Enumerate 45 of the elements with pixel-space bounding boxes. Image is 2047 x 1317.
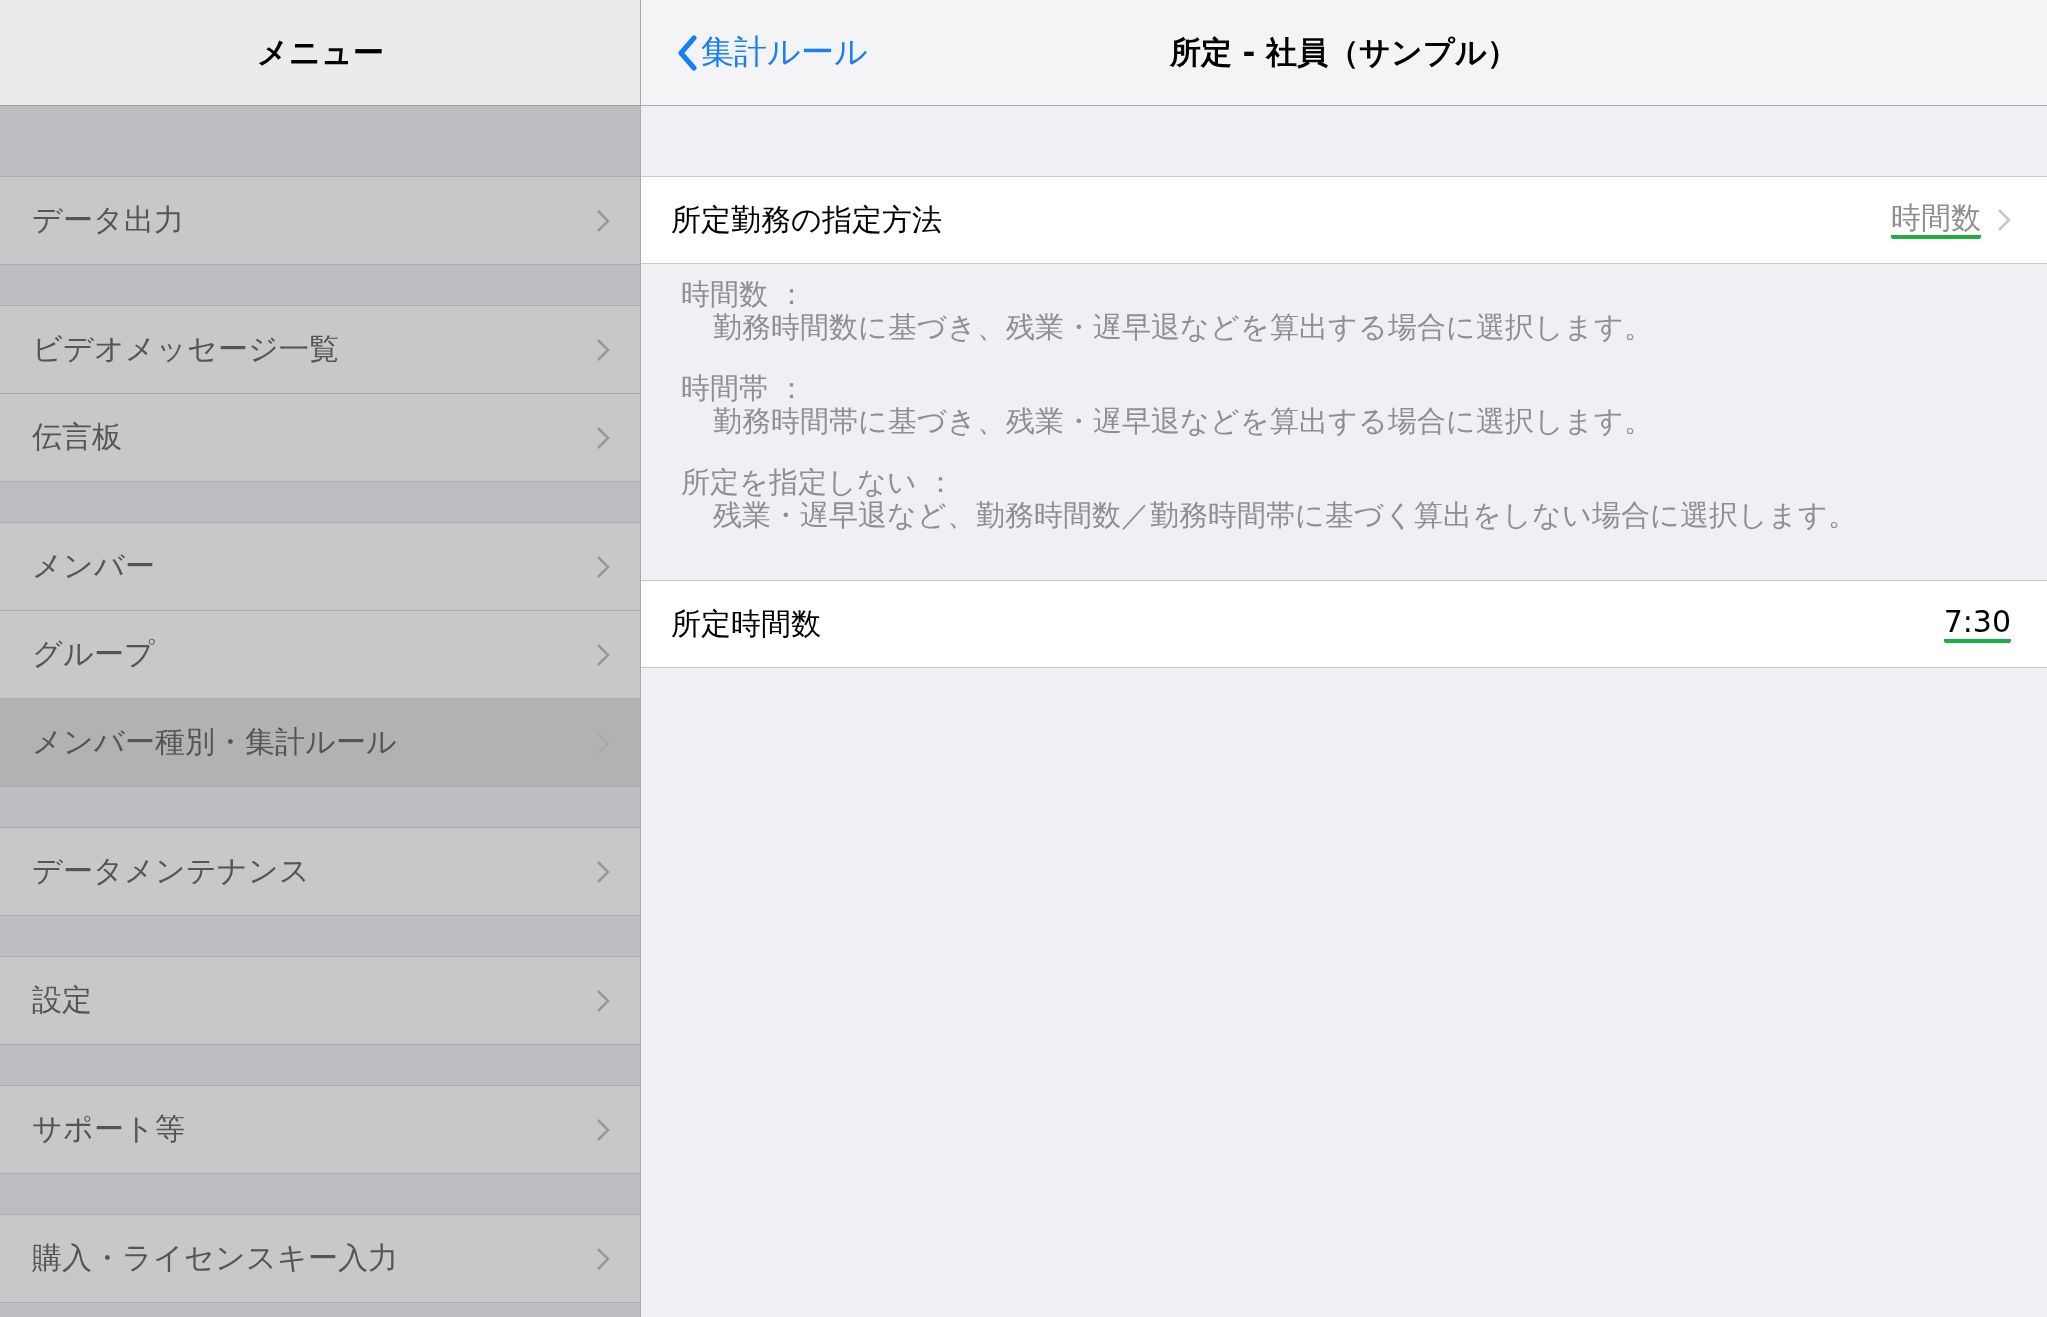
note-term: 時間帯 ： [681,372,807,405]
chevron-icon [596,1117,610,1142]
row-label: 所定時間数 [671,604,821,643]
chevron-icon [596,1246,610,1271]
row-label: 所定勤務の指定方法 [671,200,942,239]
page-title: 所定 - 社員（サンプル） [1169,32,1519,72]
chevron-icon [596,859,610,884]
menu-item-label: 設定 [32,981,92,1019]
sidebar-title: メニュー [256,32,384,72]
menu-item[interactable]: 設定 [0,957,640,1045]
method-row[interactable]: 所定勤務の指定方法 時間数 [641,176,2047,264]
menu-item[interactable]: ビデオメッセージ一覧 [0,306,640,394]
back-chevron-icon [677,34,697,71]
menu-item-label: データメンテナンス [32,852,310,890]
note-term: 所定を指定しない ： [681,466,956,499]
menu-item-label: サポート等 [32,1110,185,1148]
menu-item[interactable]: 購入・ライセンスキー入力 [0,1215,640,1303]
row-value: 時間数 [1891,200,1981,240]
menu-item[interactable]: メンバー種別・集計ルール [0,699,640,787]
chevron-icon [596,554,610,579]
chevron-icon [596,208,610,233]
menu-item-label: メンバー [32,547,155,585]
chevron-icon [596,337,610,362]
menu-item-label: メンバー種別・集計ルール [32,723,397,761]
row-value: 7:30 [1943,604,2011,644]
chevron-icon [596,988,610,1013]
menu-item-label: 伝言板 [32,418,122,456]
note-term: 時間数 ： [681,278,807,311]
menu-item-label: ビデオメッセージ一覧 [32,330,339,368]
menu-item-label: グループ [32,635,155,673]
note-text: 勤務時間数に基づき、残業・遅早退などを算出する場合に選択します。 [712,311,1653,344]
menu-item[interactable]: メンバー [0,523,640,611]
menu-item-label: 購入・ライセンスキー入力 [32,1239,398,1277]
chevron-icon [596,425,610,450]
chevron-icon [596,642,610,667]
note-text: 残業・遅早退など、勤務時間数／勤務時間帯に基づく算出をしない場合に選択します。 [712,499,1857,532]
chevron-icon [1997,208,2011,232]
menu-item[interactable]: データ出力 [0,177,640,265]
menu-item[interactable]: 伝言板 [0,394,640,482]
menu-item[interactable]: グループ [0,611,640,699]
menu-item[interactable]: データメンテナンス [0,828,640,916]
menu-item-label: データ出力 [32,201,184,239]
note-text: 勤務時間帯に基づき、残業・遅早退などを算出する場合に選択します。 [712,405,1653,438]
back-button[interactable]: 集計ルール [677,30,868,75]
menu-item[interactable]: サポート等 [0,1086,640,1174]
